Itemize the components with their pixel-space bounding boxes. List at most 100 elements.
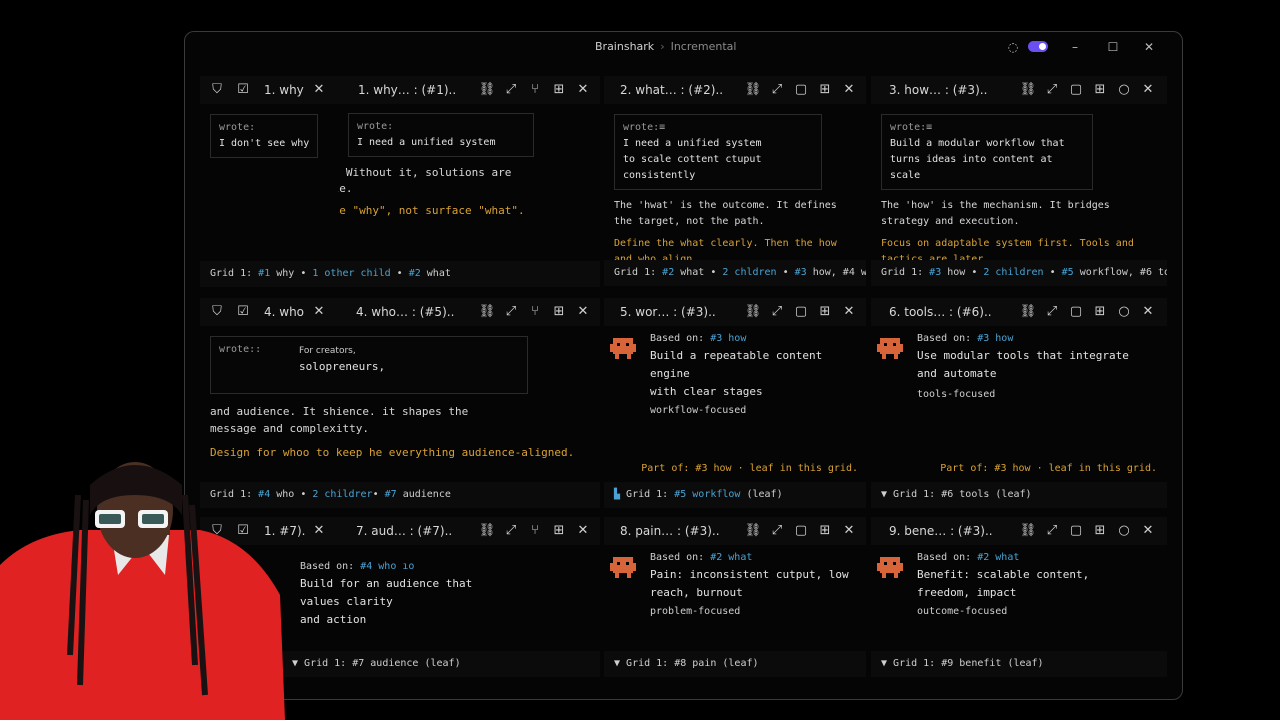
branch-icon[interactable]: ⑂ bbox=[524, 520, 546, 542]
minimize-icon[interactable]: – bbox=[1065, 38, 1085, 56]
based-link[interactable]: #3 how bbox=[977, 333, 1013, 344]
pane-5: 5. wor… : (#3).. ⛓ ⤢ ▢ ⊞ ✕ Based on: #3 … bbox=[604, 298, 866, 508]
note-icon[interactable]: ▢ bbox=[790, 79, 812, 101]
expand-icon[interactable]: ⤢ bbox=[1041, 79, 1063, 101]
link-icon[interactable]: ⛓ bbox=[476, 520, 498, 542]
close-icon[interactable]: ✕ bbox=[1137, 520, 1159, 542]
wrote-text: turns ideas into content at scale bbox=[890, 154, 1053, 181]
circle-icon[interactable]: ○ bbox=[1113, 79, 1135, 101]
close-icon[interactable]: ✕ bbox=[308, 520, 330, 542]
footer-link[interactable]: #1 bbox=[258, 268, 270, 279]
note-icon[interactable]: ▢ bbox=[790, 301, 812, 323]
footer-link[interactable]: #5 bbox=[1062, 267, 1074, 278]
breadcrumb-separator: › bbox=[660, 40, 665, 53]
pane-title: 3. how… : (#3).. bbox=[889, 83, 988, 97]
note-icon[interactable]: ▢ bbox=[1065, 79, 1087, 101]
footer-link[interactable]: 1 other child bbox=[312, 268, 390, 279]
footer-link[interactable]: #6 bbox=[941, 489, 953, 500]
footer-link[interactable]: #7 bbox=[352, 658, 364, 669]
footer-label: Grid 1: bbox=[626, 658, 675, 669]
footer-text: how • bbox=[941, 267, 984, 278]
link-icon[interactable]: ⛓ bbox=[742, 79, 764, 101]
footer-link[interactable]: 2 childrer bbox=[312, 489, 372, 500]
link-icon[interactable]: ⛓ bbox=[1017, 301, 1039, 323]
grid-icon[interactable]: ⊞ bbox=[814, 301, 836, 323]
close-icon[interactable]: ✕ bbox=[1139, 38, 1159, 56]
close-icon[interactable]: ✕ bbox=[838, 520, 860, 542]
close-icon[interactable]: ✕ bbox=[308, 301, 330, 323]
image-icon[interactable]: ⊞ bbox=[1089, 520, 1111, 542]
branch-icon[interactable]: ⑂ bbox=[524, 301, 546, 323]
grid-icon[interactable]: ⊞ bbox=[548, 301, 570, 323]
footer-link[interactable]: #5 workflow bbox=[674, 489, 740, 500]
close-icon[interactable]: ✕ bbox=[1137, 79, 1159, 101]
note-icon[interactable]: ▢ bbox=[1065, 301, 1087, 323]
expand-icon[interactable]: ⤢ bbox=[500, 79, 522, 101]
grid-icon[interactable]: ⊞ bbox=[814, 520, 836, 542]
close-icon[interactable]: ✕ bbox=[838, 301, 860, 323]
footer-text: how, #4 who bbox=[812, 267, 866, 278]
shield-icon[interactable]: ⛉ bbox=[206, 301, 228, 323]
circle-icon[interactable]: ○ bbox=[1113, 520, 1135, 542]
grid-footer: Grid 1: #3 how • 2 children • #5 workflo… bbox=[871, 260, 1167, 286]
based-on: Based on: #4 who ıo bbox=[300, 559, 590, 575]
branch-icon[interactable]: ⑂ bbox=[524, 79, 546, 101]
expand-icon[interactable]: ⤢ bbox=[1041, 301, 1063, 323]
close-icon[interactable]: ✕ bbox=[308, 79, 330, 101]
link-icon[interactable]: ⛓ bbox=[476, 79, 498, 101]
footer-link[interactable]: #9 bbox=[941, 658, 953, 669]
based-link[interactable]: #4 who ıo bbox=[360, 561, 414, 572]
footer-link[interactable]: #2 bbox=[409, 268, 421, 279]
close-icon[interactable]: ✕ bbox=[1137, 301, 1159, 323]
expand-icon[interactable]: ⤢ bbox=[766, 79, 788, 101]
edit-icon[interactable]: ☑ bbox=[232, 79, 254, 101]
pane-1: 1. why… : (#1).. ⛓ ⤢ ⑂ ⊞ ✕ wrote: I need… bbox=[338, 76, 600, 286]
footer-link[interactable]: #8 bbox=[674, 658, 686, 669]
expand-icon[interactable]: ⤢ bbox=[766, 520, 788, 542]
footer-link[interactable]: #2 bbox=[662, 267, 674, 278]
image-icon[interactable]: ⊞ bbox=[1089, 301, 1111, 323]
theme-icon[interactable]: ◌ bbox=[1003, 38, 1023, 56]
pane-header: 9. bene… : (#3).. ⛓ ⤢ ▢ ⊞ ○ ✕ bbox=[871, 517, 1167, 545]
grid-icon[interactable]: ⊞ bbox=[814, 79, 836, 101]
expand-icon[interactable]: ⤢ bbox=[1041, 520, 1063, 542]
wrote-label: wrote: bbox=[357, 121, 394, 132]
grid-icon[interactable]: ⊞ bbox=[548, 520, 570, 542]
footer-link[interactable]: #7 bbox=[385, 489, 397, 500]
link-icon[interactable]: ⛓ bbox=[742, 301, 764, 323]
footer-text: why • bbox=[270, 268, 313, 279]
shield-icon[interactable]: ⛉ bbox=[206, 79, 228, 101]
based-link[interactable]: #2 what bbox=[977, 552, 1019, 563]
link-icon[interactable]: ⛓ bbox=[476, 301, 498, 323]
footer-link[interactable]: #3 bbox=[929, 267, 941, 278]
pane-2: 2. what… : (#2).. ⛓ ⤢ ▢ ⊞ ✕ wrote:≡ I ne… bbox=[604, 76, 866, 286]
mode-toggle[interactable] bbox=[1028, 41, 1048, 52]
pane-1-mini: ⛉ ☑ 1. why ✕ wrote: I don't see why bbox=[200, 76, 338, 286]
content-text: and automate bbox=[917, 367, 997, 380]
expand-icon[interactable]: ⤢ bbox=[500, 520, 522, 542]
grid-icon[interactable]: ⊞ bbox=[548, 79, 570, 101]
image-icon[interactable]: ⊞ bbox=[1089, 79, 1111, 101]
pane-title: 4. who bbox=[264, 305, 305, 319]
edit-icon[interactable]: ☑ bbox=[232, 301, 254, 323]
footer-link[interactable]: 2 children bbox=[983, 267, 1043, 278]
footer-link[interactable]: #3 bbox=[795, 267, 807, 278]
close-icon[interactable]: ✕ bbox=[572, 79, 594, 101]
pane-header: 3. how… : (#3).. ⛓ ⤢ ▢ ⊞ ○ ✕ bbox=[871, 76, 1167, 104]
content-text: and action bbox=[300, 613, 367, 626]
close-icon[interactable]: ✕ bbox=[838, 79, 860, 101]
based-link[interactable]: #3 how bbox=[710, 333, 746, 344]
based-link[interactable]: #2 what bbox=[710, 552, 752, 563]
expand-icon[interactable]: ⤢ bbox=[500, 301, 522, 323]
footer-link[interactable]: 2 chldren bbox=[722, 267, 776, 278]
expand-icon[interactable]: ⤢ bbox=[766, 301, 788, 323]
maximize-icon[interactable]: ☐ bbox=[1103, 38, 1123, 56]
close-icon[interactable]: ✕ bbox=[572, 301, 594, 323]
close-icon[interactable]: ✕ bbox=[572, 520, 594, 542]
link-icon[interactable]: ⛓ bbox=[742, 520, 764, 542]
link-icon[interactable]: ⛓ bbox=[1017, 520, 1039, 542]
link-icon[interactable]: ⛓ bbox=[1017, 79, 1039, 101]
note-icon[interactable]: ▢ bbox=[1065, 520, 1087, 542]
circle-icon[interactable]: ○ bbox=[1113, 301, 1135, 323]
note-icon[interactable]: ▢ bbox=[790, 520, 812, 542]
